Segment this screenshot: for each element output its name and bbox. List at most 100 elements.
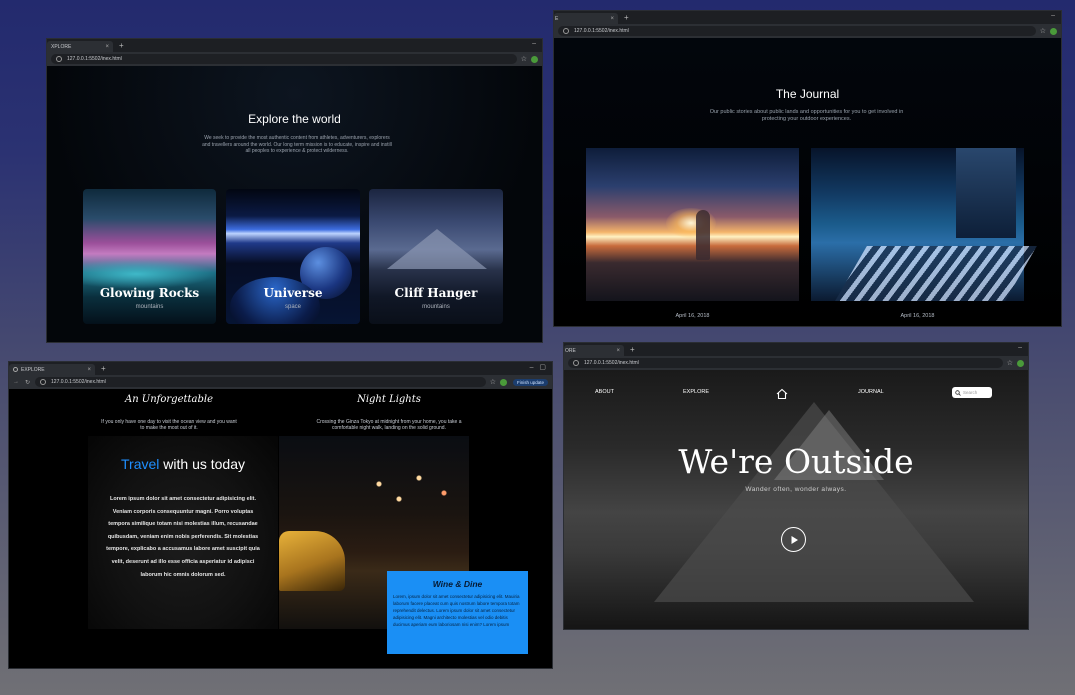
browser-tab[interactable]: EXPLORE ×	[9, 364, 95, 375]
lock-icon	[56, 56, 62, 62]
browser-window-outside: ORE × + – 127.0.0.1:5502/inex.html ☆ ABO…	[563, 342, 1029, 630]
new-tab-icon[interactable]: +	[119, 41, 124, 50]
travel-panel: Travel with us today Lorem ipsum dolor s…	[88, 436, 278, 629]
close-tab-icon[interactable]: ×	[105, 44, 109, 50]
travel-heading-rest: with us today	[159, 456, 245, 472]
profile-avatar[interactable]	[1050, 27, 1057, 35]
street-lights	[359, 466, 459, 526]
card-image	[83, 259, 216, 289]
explore-description: We seek to provide the most authentic co…	[202, 135, 392, 154]
journal-description: Our public stories about public lands an…	[709, 109, 904, 122]
home-icon[interactable]	[776, 387, 788, 400]
card-cliff-hanger[interactable]: Cliff Hanger mountains	[369, 189, 503, 324]
finish-update-button[interactable]: Finish update	[512, 378, 548, 386]
travel-heading: Travel with us today	[88, 456, 278, 472]
card-universe[interactable]: Universe space	[226, 189, 360, 324]
tab-bar: XPLORE × + –	[47, 39, 542, 52]
new-tab-icon[interactable]: +	[630, 345, 635, 354]
new-tab-icon[interactable]: +	[101, 364, 106, 373]
minimize-icon[interactable]: –	[1018, 344, 1022, 351]
right-section-title: Night Lights	[357, 394, 421, 405]
profile-avatar[interactable]	[1017, 359, 1024, 367]
card-glowing-rocks[interactable]: Glowing Rocks mountains	[83, 189, 216, 324]
wine-dine-box: Wine & Dine Lorem, ipsum dolor sit amet …	[387, 571, 528, 654]
nav-about[interactable]: ABOUT	[595, 389, 614, 395]
close-tab-icon[interactable]: ×	[87, 367, 91, 373]
car-shape	[279, 531, 345, 591]
address-bar: 127.0.0.1:5502/inex.html ☆	[47, 52, 542, 66]
minimize-icon[interactable]: –	[1051, 12, 1055, 19]
journal-image-city[interactable]	[811, 148, 1037, 301]
crosswalk	[835, 246, 1037, 301]
nav-explore[interactable]: EXPLORE	[683, 389, 709, 395]
browser-window-explore: XPLORE × + – 127.0.0.1:5502/inex.html ☆ …	[46, 38, 543, 343]
hero-title: We're Outside	[678, 442, 914, 481]
reload-icon[interactable]: ↻	[25, 379, 30, 386]
url-field[interactable]: 127.0.0.1:5502/inex.html	[35, 377, 486, 387]
star-icon[interactable]: ☆	[521, 55, 527, 63]
star-icon[interactable]: ☆	[1040, 27, 1046, 35]
address-bar: → ↻ 127.0.0.1:5502/inex.html ☆ Finish up…	[9, 375, 552, 389]
outside-page: ABOUT EXPLORE JOURNAL Search We're Outsi…	[564, 370, 1028, 629]
figure-silhouette	[696, 210, 710, 260]
travel-word: Travel	[121, 456, 160, 472]
address-bar: 127.0.0.1:5502/inex.html ☆	[564, 356, 1028, 370]
card-title: Cliff Hanger	[394, 286, 478, 300]
browser-tab[interactable]: ORE ×	[564, 345, 624, 356]
star-icon[interactable]: ☆	[1007, 359, 1013, 367]
wine-dine-title: Wine & Dine	[432, 579, 483, 589]
browser-tab[interactable]: XPLORE ×	[47, 41, 113, 52]
minimize-icon[interactable]: –	[532, 40, 536, 47]
tab-bar: EXPLORE × + – ▢	[9, 362, 552, 375]
card-title: Universe	[263, 286, 323, 300]
tab-title: XPLORE	[51, 43, 72, 50]
explore-page: Explore the world We seek to provide the…	[47, 66, 542, 342]
left-section-title: An Unforgettable	[124, 394, 214, 405]
new-tab-icon[interactable]: +	[624, 13, 629, 22]
forward-icon[interactable]: →	[13, 379, 19, 385]
browser-window-journal: E × + – 127.0.0.1:5502/inex.html ☆ The J…	[553, 10, 1062, 327]
star-icon[interactable]: ☆	[490, 378, 496, 386]
journal-image-sunset[interactable]	[586, 148, 799, 301]
search-placeholder: Search	[963, 390, 978, 395]
profile-avatar[interactable]	[531, 55, 538, 63]
lock-icon	[40, 379, 47, 385]
lock-icon	[563, 28, 569, 34]
card-subtitle: space	[284, 304, 301, 310]
journal-date: April 16, 2018	[900, 313, 935, 319]
browser-tab[interactable]: E ×	[554, 13, 618, 24]
tab-title: E	[555, 15, 559, 22]
url-field[interactable]: 127.0.0.1:5502/inex.html	[568, 358, 1003, 368]
close-tab-icon[interactable]: ×	[610, 16, 614, 22]
close-tab-icon[interactable]: ×	[616, 348, 620, 354]
url-text: 127.0.0.1:5502/inex.html	[584, 360, 639, 366]
search-input[interactable]: Search	[952, 387, 992, 398]
mountain-image	[387, 229, 487, 269]
travel-lorem: Lorem ipsum dolor sit amet consectetur a…	[106, 496, 260, 578]
url-field[interactable]: 127.0.0.1:5502/inex.html	[558, 26, 1036, 36]
url-text: 127.0.0.1:5502/inex.html	[67, 56, 122, 62]
hero-subtitle: Wander often, wonder always.	[745, 486, 847, 493]
right-section-text: Crossing the Ginza Tokyo at midnight fro…	[316, 419, 462, 431]
tab-title: ORE	[565, 347, 576, 354]
url-text: 127.0.0.1:5502/inex.html	[51, 379, 106, 385]
window-controls[interactable]: – ▢	[530, 363, 546, 371]
play-button[interactable]	[781, 527, 806, 552]
play-icon	[791, 535, 798, 544]
tab-title: EXPLORE	[21, 366, 45, 373]
url-text: 127.0.0.1:5502/inex.html	[574, 28, 629, 34]
wine-dine-text: Lorem, ipsum dolor sit amet consectetur …	[393, 594, 520, 627]
journal-heading: The Journal	[775, 87, 840, 101]
explore-heading: Explore the world	[248, 112, 341, 126]
travel-page: An Unforgettable If you only have one da…	[9, 389, 552, 668]
card-subtitle: mountains	[422, 304, 450, 310]
nav-journal[interactable]: JOURNAL	[858, 389, 884, 395]
card-subtitle: mountains	[135, 304, 164, 310]
lock-icon	[573, 360, 579, 366]
journal-date: April 16, 2018	[675, 313, 710, 319]
tab-bar: ORE × + –	[564, 343, 1028, 356]
left-section-text: If you only have one day to visit the oc…	[101, 419, 237, 431]
profile-avatar[interactable]	[499, 378, 507, 386]
address-bar: 127.0.0.1:5502/inex.html ☆	[554, 24, 1061, 38]
url-field[interactable]: 127.0.0.1:5502/inex.html	[51, 54, 517, 64]
